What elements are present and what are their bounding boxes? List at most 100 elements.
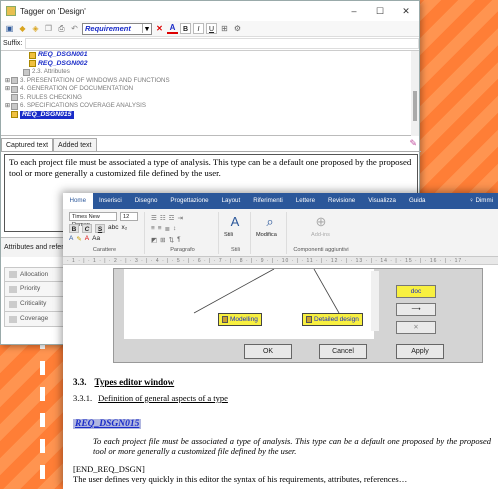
delete-tag-button[interactable]: ✕ xyxy=(154,23,165,34)
tree-item[interactable]: REQ_DSGN002 xyxy=(1,60,413,69)
paragraph-group: ☰ ☷ ☲ ⇥ ≡ ≡ ≣ ↕ ◩ ⊞ ⇅ ¶ Paragrafo xyxy=(147,212,219,254)
tell-me[interactable]: ♀ Dimmi xyxy=(463,193,498,209)
tagger-toolbar: ▣ ◆ ◈ ❐ ⎙ ↶ Requirement ▾ ✕ A B I U ⊞ ⚙ xyxy=(1,21,419,37)
bold-button[interactable]: B xyxy=(180,23,191,34)
tree-item-selected[interactable]: REQ_DSGN015 xyxy=(1,110,413,119)
font-size-select[interactable]: 12 xyxy=(120,212,138,221)
tree-scrollbar[interactable] xyxy=(411,51,419,136)
shading-icon[interactable]: ◩ xyxy=(151,236,157,244)
body-paragraph: The user defines very quickly in this ed… xyxy=(73,474,408,484)
embedded-screenshot: Modelling Detailed design doc ⟶ ✕ OK Can… xyxy=(113,268,483,363)
editing-group: ⌕ Modifica xyxy=(253,212,287,254)
copy-icon[interactable]: ❐ xyxy=(43,23,54,34)
doc-button: doc xyxy=(396,285,436,298)
strikethrough-icon[interactable]: abc xyxy=(108,224,118,233)
editing-button[interactable]: Modifica xyxy=(256,232,277,238)
tab-captured-text[interactable]: Captured text xyxy=(1,138,54,151)
scrollbar-thumb[interactable] xyxy=(413,91,417,121)
tab-layout[interactable]: Layout xyxy=(215,193,247,209)
pilcrow-icon[interactable]: ¶ xyxy=(177,236,181,244)
minimize-button[interactable]: – xyxy=(341,6,367,16)
end-requirement-tag: [END_REQ_DSGN] xyxy=(73,464,145,474)
tree-item[interactable]: 5. RULES CHECKING xyxy=(1,94,413,103)
font-color-icon[interactable]: A xyxy=(85,235,89,243)
addins-icon[interactable]: ⊕ xyxy=(313,214,329,230)
suffix-input[interactable] xyxy=(25,38,419,49)
text-effects-icon[interactable]: A xyxy=(69,235,73,243)
tagger-app-icon xyxy=(6,6,16,16)
numbering-icon[interactable]: ☷ xyxy=(160,214,166,222)
italic-button[interactable]: C xyxy=(82,224,92,233)
node-detailed-design: Detailed design xyxy=(302,313,363,326)
tab-lettere[interactable]: Lettere xyxy=(289,193,321,209)
styles-icon[interactable]: A xyxy=(227,214,243,230)
italic-button[interactable]: I xyxy=(193,23,204,34)
justify-icon[interactable]: ≣ xyxy=(165,225,170,233)
font-color-button[interactable]: A xyxy=(167,23,178,34)
tree-item[interactable]: 2.3. Attributes xyxy=(1,68,413,77)
background-dash-line xyxy=(40,335,45,489)
tree-item[interactable]: ⊞ 6. SPECIFICATIONS COVERAGE ANALYSIS xyxy=(1,102,413,111)
highlight-icon[interactable]: ✎ xyxy=(76,235,81,243)
bold-button[interactable]: B xyxy=(69,224,79,233)
tree-item[interactable]: REQ_DSGN001 xyxy=(1,51,413,60)
apply-button: Apply xyxy=(396,344,444,359)
undo-icon[interactable]: ↶ xyxy=(69,23,80,34)
attribute-icon xyxy=(9,300,17,308)
document-icon xyxy=(11,102,18,110)
subscript-icon[interactable]: x₂ xyxy=(121,224,127,233)
search-icon[interactable]: ⌕ xyxy=(262,214,278,230)
ribbon-tabs: Home Inserisci Disegno Progettazione Lay… xyxy=(63,193,498,209)
font-grow-icon[interactable]: Aa xyxy=(92,235,100,243)
align-left-icon[interactable]: ≡ xyxy=(151,225,155,233)
tab-guida[interactable]: Guida xyxy=(402,193,432,209)
heading-3-3-1: 3.3.1. Definition of general aspects of a… xyxy=(73,393,228,403)
settings-icon[interactable]: ⚙ xyxy=(232,23,243,34)
align-row: ≡ ≡ ≣ ↕ xyxy=(151,225,176,233)
maximize-button[interactable]: ☐ xyxy=(367,6,393,17)
style-select-value: Requirement xyxy=(85,24,131,33)
addins-button[interactable]: Add-ins xyxy=(311,232,330,238)
heading-3-3: 3.3. Types editor window xyxy=(73,377,175,387)
diagram-canvas: Modelling Detailed design xyxy=(124,268,374,339)
line-spacing-icon[interactable]: ↕ xyxy=(173,225,176,233)
edit-icon[interactable]: ✎ xyxy=(409,138,417,151)
format-row: B C S abc x₂ xyxy=(69,224,127,233)
indent-icon[interactable]: ⇥ xyxy=(177,214,182,222)
tab-visualizza[interactable]: Visualizza xyxy=(362,193,403,209)
tag-icon[interactable]: ◆ xyxy=(17,23,28,34)
borders-icon[interactable]: ⊞ xyxy=(160,236,165,244)
ok-button: OK xyxy=(244,344,292,359)
sort-icon[interactable]: ⇅ xyxy=(169,236,174,244)
print-icon[interactable]: ⎙ xyxy=(56,23,67,34)
styles-group: A Stili Stili xyxy=(221,212,251,254)
tree-item[interactable]: ⊞ 3. PRESENTATION OF WINDOWS AND FUNCTIO… xyxy=(1,77,413,86)
document-icon xyxy=(11,77,18,85)
bullets-icon[interactable]: ☰ xyxy=(151,214,157,222)
tab-revisione[interactable]: Revisione xyxy=(322,193,362,209)
tagger-titlebar: Tagger on 'Design' – ☐ ✕ xyxy=(1,1,419,21)
tag-add-icon[interactable]: ◈ xyxy=(30,23,41,34)
tab-riferimenti[interactable]: Riferimenti xyxy=(247,193,290,209)
requirement-icon xyxy=(29,60,36,68)
save-icon[interactable]: ▣ xyxy=(4,23,15,34)
tab-added-text[interactable]: Added text xyxy=(53,138,97,151)
styles-button[interactable]: Stili xyxy=(224,232,233,238)
tab-home[interactable]: Home xyxy=(63,193,93,209)
suffix-row: Suffix: xyxy=(1,37,419,51)
font-name-select[interactable]: Times New Roman xyxy=(69,212,117,228)
ribbon: Times New Roman 12 B C S abc x₂ A ✎ A Aa… xyxy=(63,209,498,257)
remove-style-button: ✕ xyxy=(396,321,436,334)
style-select[interactable]: Requirement ▾ xyxy=(82,22,152,35)
tab-inserisci[interactable]: Inserisci xyxy=(93,193,129,209)
tab-disegno[interactable]: Disegno xyxy=(128,193,164,209)
close-button[interactable]: ✕ xyxy=(393,6,419,17)
underline-button[interactable]: S xyxy=(95,224,105,233)
underline-button[interactable]: U xyxy=(206,23,217,34)
tree-item[interactable]: ⊞ 4. GENERATION OF DOCUMENTATION xyxy=(1,85,413,94)
tab-progettazione[interactable]: Progettazione xyxy=(164,193,215,209)
grid-icon[interactable]: ⊞ xyxy=(219,23,230,34)
requirement-body: To each project file must be associated … xyxy=(93,436,491,456)
multilevel-icon[interactable]: ☲ xyxy=(169,214,175,222)
align-center-icon[interactable]: ≡ xyxy=(158,225,162,233)
